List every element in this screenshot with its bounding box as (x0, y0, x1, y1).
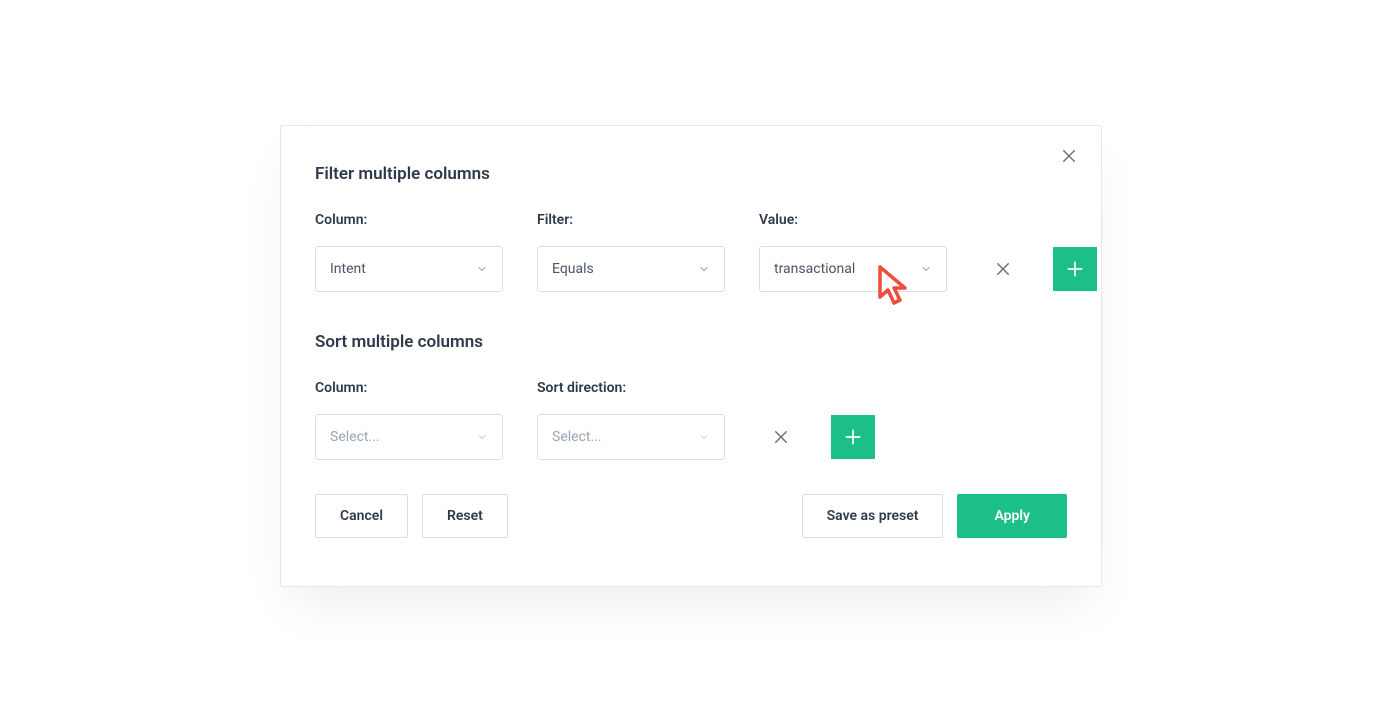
filter-sort-modal: Filter multiple columns Column: Intent F… (280, 125, 1102, 587)
sort-direction-select[interactable]: Select... (537, 414, 725, 460)
save-preset-button[interactable]: Save as preset (802, 494, 944, 538)
chevron-down-icon (476, 263, 488, 275)
sort-column-select[interactable]: Select... (315, 414, 503, 460)
apply-button[interactable]: Apply (957, 494, 1067, 538)
filter-column-field: Column: Intent (315, 212, 503, 292)
filter-value-field: Value: transactional (759, 212, 947, 292)
filter-value-value: transactional (774, 261, 855, 277)
column-label: Column: (315, 380, 503, 396)
plus-icon (843, 427, 863, 447)
close-button[interactable] (1057, 144, 1081, 168)
chevron-down-icon (698, 431, 710, 443)
sort-direction-label: Sort direction: (537, 380, 725, 396)
filter-column-value: Intent (330, 261, 366, 277)
sort-row: Column: Select... Sort direction: Select… (315, 380, 1067, 460)
chevron-down-icon (698, 263, 710, 275)
sort-column-field: Column: Select... (315, 380, 503, 460)
value-label: Value: (759, 212, 947, 228)
sort-direction-placeholder: Select... (552, 429, 602, 445)
filter-column-select[interactable]: Intent (315, 246, 503, 292)
filter-operator-select[interactable]: Equals (537, 246, 725, 292)
filter-label: Filter: (537, 212, 725, 228)
filter-heading: Filter multiple columns (315, 164, 1067, 184)
plus-icon (1065, 259, 1085, 279)
modal-actions: Cancel Reset Save as preset Apply (315, 494, 1067, 538)
add-filter-button[interactable] (1053, 247, 1097, 291)
filter-operator-value: Equals (552, 261, 594, 277)
chevron-down-icon (476, 431, 488, 443)
close-icon (994, 260, 1012, 278)
sort-heading: Sort multiple columns (315, 332, 1067, 352)
chevron-down-icon (920, 263, 932, 275)
actions-left: Cancel Reset (315, 494, 508, 538)
remove-sort-button[interactable] (759, 415, 803, 459)
add-sort-button[interactable] (831, 415, 875, 459)
close-icon (1060, 147, 1078, 165)
close-icon (772, 428, 790, 446)
cancel-button[interactable]: Cancel (315, 494, 408, 538)
filter-row-controls (981, 246, 1097, 292)
sort-column-placeholder: Select... (330, 429, 380, 445)
sort-row-controls (759, 414, 875, 460)
filter-operator-field: Filter: Equals (537, 212, 725, 292)
filter-row: Column: Intent Filter: Equals Value: tra… (315, 212, 1067, 292)
actions-right: Save as preset Apply (802, 494, 1067, 538)
reset-button[interactable]: Reset (422, 494, 508, 538)
column-label: Column: (315, 212, 503, 228)
remove-filter-button[interactable] (981, 247, 1025, 291)
filter-value-select[interactable]: transactional (759, 246, 947, 292)
sort-direction-field: Sort direction: Select... (537, 380, 725, 460)
